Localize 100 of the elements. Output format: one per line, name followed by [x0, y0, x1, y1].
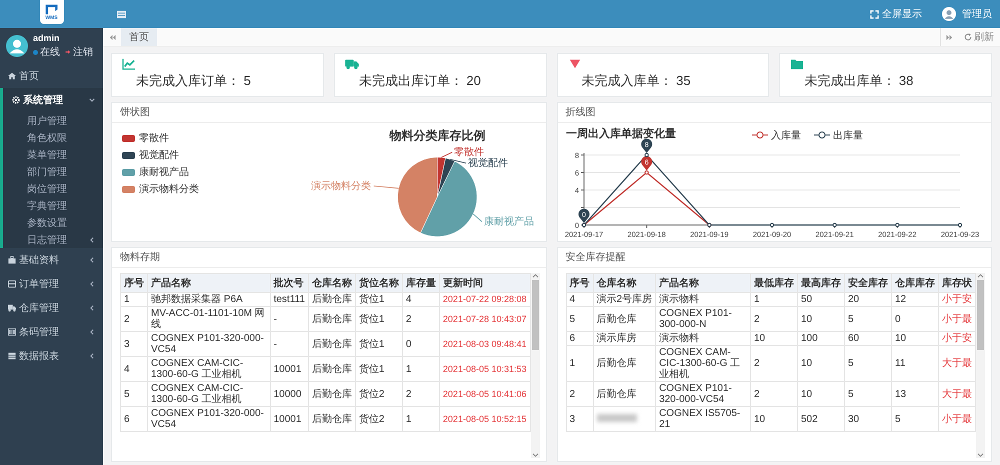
- submenu-item[interactable]: 参数设置: [3, 214, 103, 231]
- scroll-down-icon[interactable]: [977, 453, 984, 458]
- legend-label[interactable]: 演示物料分类: [139, 182, 199, 196]
- table-cell: 2021-07-28 10:43:07: [442, 314, 526, 324]
- avatar-icon[interactable]: [942, 7, 956, 21]
- table-cell: MV-ACC-01-1101-10M 网线: [151, 308, 265, 330]
- leader-line: [373, 186, 399, 189]
- column-header: 库存量: [402, 274, 440, 292]
- table-cell: -: [274, 338, 277, 350]
- table-cell: 后勤仓库: [596, 358, 636, 369]
- table-cell: 2: [406, 388, 412, 400]
- fullscreen-button[interactable]: 全屏显示: [870, 7, 922, 21]
- table-cell: 5: [895, 414, 901, 424]
- data-point[interactable]: [832, 222, 836, 228]
- scroll-down-icon[interactable]: [532, 453, 538, 458]
- caret-icon: [89, 305, 95, 311]
- column-header: 仓库名称: [308, 274, 356, 292]
- submenu-item[interactable]: 日志管理: [3, 231, 103, 248]
- table-cell: 5: [848, 388, 854, 400]
- table-cell: 2021-08-05 10:31:53: [442, 364, 526, 374]
- scrollbar[interactable]: [976, 273, 985, 458]
- table-cell: 100: [801, 333, 818, 344]
- table-cell: 小于安: [942, 333, 972, 344]
- legend-swatch[interactable]: [122, 152, 135, 158]
- table-cell: 2: [754, 358, 760, 369]
- menu-item[interactable]: 基础资料: [0, 248, 103, 272]
- legend-label[interactable]: 视觉配件: [139, 148, 179, 162]
- menu-item[interactable]: 仓库管理: [0, 296, 103, 320]
- submenu-item[interactable]: 岗位管理: [3, 180, 103, 197]
- table-cell: 大于最: [942, 388, 972, 400]
- menu-item[interactable]: 条码管理: [0, 320, 103, 344]
- table-cell: 1: [754, 294, 760, 305]
- data-point[interactable]: [769, 222, 774, 228]
- submenu-item[interactable]: 角色权限: [3, 129, 103, 146]
- table-cell: 货位2: [358, 388, 384, 400]
- legend-swatch[interactable]: [122, 134, 135, 142]
- scroll-up-icon[interactable]: [977, 273, 984, 278]
- stat-text: 未完成入库订单： 5: [136, 72, 251, 90]
- column-header: 产品名称: [148, 274, 270, 292]
- chart-title: 物料分类库存比例: [389, 128, 486, 142]
- table-cell: 10: [801, 314, 812, 324]
- menu-item[interactable]: 首页: [0, 64, 103, 88]
- logout-link[interactable]: 注销: [73, 45, 93, 59]
- data-point[interactable]: [644, 170, 648, 175]
- table-cell: 后勤仓库: [312, 364, 352, 374]
- flag-icon: [44, 4, 60, 14]
- menu-item[interactable]: 系统管理: [3, 88, 103, 112]
- table-cell: 10: [754, 333, 766, 344]
- data-point[interactable]: [957, 222, 962, 228]
- table-cell: 30: [848, 414, 860, 424]
- table-cell: 3: [124, 338, 130, 350]
- submenu-item[interactable]: 部门管理: [3, 163, 103, 180]
- table-cell: 演示物料: [659, 294, 700, 305]
- menu-item[interactable]: 订单管理: [0, 272, 103, 296]
- table-cell: 驰邦数据采集器 P6A: [151, 294, 243, 305]
- refresh-button[interactable]: 刷新: [958, 28, 1000, 46]
- table-cell: 5: [848, 358, 854, 369]
- user-name[interactable]: 管理员: [962, 7, 992, 21]
- table-cell: 后勤仓库: [312, 338, 352, 350]
- scroll-up-icon[interactable]: [532, 273, 538, 278]
- data-point[interactable]: [894, 222, 899, 228]
- slice-label: 演示物料分类: [310, 180, 371, 192]
- column-header: 最高库存: [798, 274, 844, 292]
- legend-label[interactable]: 康耐视产品: [139, 165, 189, 179]
- table-cell: -: [274, 314, 277, 324]
- slice-label: 康耐视产品: [484, 216, 534, 228]
- column-header: 序号: [566, 274, 593, 292]
- scrollbar[interactable]: [530, 273, 540, 458]
- legend-swatch[interactable]: [122, 168, 135, 176]
- table-cell: 13: [895, 388, 906, 400]
- legend-item[interactable]: 出库量: [813, 130, 862, 142]
- leader-line: [472, 214, 482, 222]
- table-cell: 2021-08-05 10:52:15: [442, 414, 526, 424]
- table-cell: 2: [570, 388, 576, 400]
- column-header: 产品名称: [656, 274, 750, 292]
- table-cell: 后勤仓库: [596, 388, 636, 400]
- menu-item[interactable]: 数据报表: [0, 344, 103, 368]
- submenu-item[interactable]: 字典管理: [3, 197, 103, 214]
- stat-text: 未完成入库单： 35: [582, 72, 691, 90]
- legend-label[interactable]: 零散件: [139, 131, 169, 145]
- table-icon: [8, 352, 16, 360]
- legend-item[interactable]: 入库量: [751, 130, 800, 142]
- tab[interactable]: 首页: [121, 28, 157, 46]
- column-header: 仓库库存: [892, 274, 938, 292]
- panel-title: 安全库存提醒: [558, 248, 991, 268]
- legend-swatch[interactable]: [122, 186, 135, 192]
- data-point[interactable]: [644, 152, 648, 158]
- pie-slice[interactable]: [437, 158, 455, 198]
- table-cell: 后勤仓库: [312, 414, 352, 424]
- submenu-item[interactable]: 用户管理: [3, 112, 103, 129]
- submenu-item[interactable]: 菜单管理: [3, 146, 103, 163]
- table-cell: 大于最: [942, 358, 972, 369]
- table-cell: 502: [801, 414, 818, 424]
- table-cell: 10: [801, 388, 812, 400]
- table-cell: 3: [570, 414, 576, 424]
- table-cell: 2021-08-03 09:48:41: [442, 338, 526, 348]
- panel-title: 折线图: [558, 103, 991, 123]
- table-cell: 后勤仓库: [312, 314, 352, 324]
- table-cell: 1: [124, 294, 130, 305]
- table-cell: 2: [754, 314, 760, 324]
